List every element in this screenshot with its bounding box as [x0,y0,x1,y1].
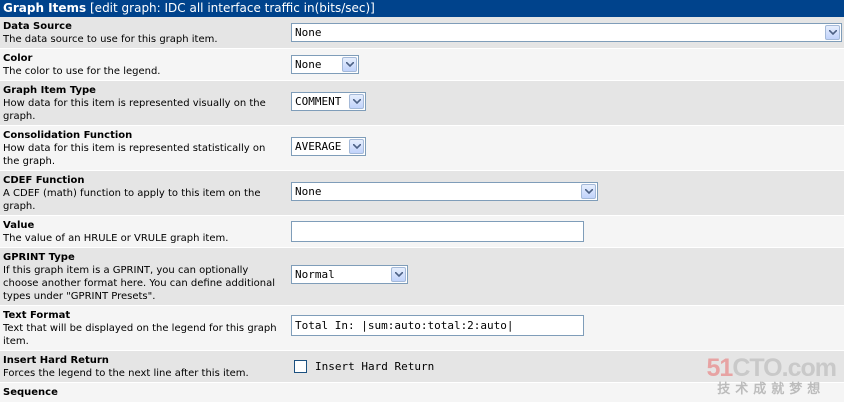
row-text-format: Text Format Text that will be displayed … [0,306,844,351]
site-watermark: 51CTO.com 技术成就梦想 [706,354,838,396]
color-select[interactable]: None [291,55,359,74]
sequence-label: Sequence [3,387,58,398]
chevron-down-icon[interactable] [581,184,596,199]
row-consolidation-function: Consolidation Function How data for this… [0,126,844,171]
text-format-label: Text Format [3,310,71,321]
watermark-logo-main: CTO [732,354,782,382]
chevron-down-icon[interactable] [342,57,357,72]
data-source-desc: The data source to use for this graph it… [3,34,218,45]
consolidation-function-desc: How data for this item is represented st… [3,143,266,167]
row-value: Value The value of an HRULE or VRULE gra… [0,216,844,248]
data-source-value: None [295,26,322,39]
insert-hard-return-checkbox-label[interactable]: Insert Hard Return [315,360,434,373]
cdef-function-select[interactable]: None [291,182,598,201]
color-desc: The color to use for the legend. [3,66,161,77]
chevron-down-icon[interactable] [391,267,406,282]
row-data-source: Data Source The data source to use for t… [0,17,844,49]
row-graph-item-type: Graph Item Type How data for this item i… [0,81,844,126]
value-desc: The value of an HRULE or VRULE graph ite… [3,233,229,244]
section-subtitle: [edit graph: IDC all interface traffic i… [90,1,375,15]
watermark-logo-prefix: 51 [706,354,734,382]
graph-items-form: Graph Items [edit graph: IDC all interfa… [0,0,844,402]
insert-hard-return-label: Insert Hard Return [3,355,109,366]
watermark-logo: 51CTO.com [706,354,838,382]
chevron-down-icon[interactable] [825,25,840,40]
cdef-function-value: None [295,185,322,198]
cdef-function-label: CDEF Function [3,175,85,186]
color-label: Color [3,53,33,64]
graph-item-type-select[interactable]: COMMENT [291,92,366,111]
insert-hard-return-control: Insert Hard Return [294,360,434,373]
section-title: Graph Items [3,1,87,15]
row-gprint-type: GPRINT Type If this graph item is a GPRI… [0,248,844,306]
row-cdef-function: CDEF Function A CDEF (math) function to … [0,171,844,216]
cdef-function-desc: A CDEF (math) function to apply to this … [3,188,261,212]
text-format-input[interactable]: Total In: |sum:auto:total:2:auto| [291,315,584,336]
gprint-type-desc: If this graph item is a GPRINT, you can … [3,265,276,302]
insert-hard-return-checkbox[interactable] [294,360,307,373]
graph-item-type-desc: How data for this item is represented vi… [3,98,266,122]
data-source-select[interactable]: None [291,23,842,42]
color-value: None [295,58,322,71]
chevron-down-icon[interactable] [349,94,364,109]
graph-item-type-label: Graph Item Type [3,85,96,96]
consolidation-function-select[interactable]: AVERAGE [291,137,366,156]
text-format-desc: Text that will be displayed on the legen… [3,323,277,347]
chevron-down-icon[interactable] [349,139,364,154]
gprint-type-select[interactable]: Normal [291,265,408,284]
section-header: Graph Items [edit graph: IDC all interfa… [0,0,844,17]
value-input[interactable] [291,221,584,242]
gprint-type-value: Normal [295,268,335,281]
watermark-logo-suffix: .com [781,354,837,382]
data-source-label: Data Source [3,21,72,32]
consolidation-function-value: AVERAGE [295,140,342,153]
consolidation-function-label: Consolidation Function [3,130,133,141]
insert-hard-return-desc: Forces the legend to the next line after… [3,368,249,379]
graph-item-type-value: COMMENT [295,95,342,108]
watermark-tagline: 技术成就梦想 [717,381,826,396]
row-color: Color The color to use for the legend. N… [0,49,844,81]
gprint-type-label: GPRINT Type [3,252,75,263]
value-label: Value [3,220,35,231]
